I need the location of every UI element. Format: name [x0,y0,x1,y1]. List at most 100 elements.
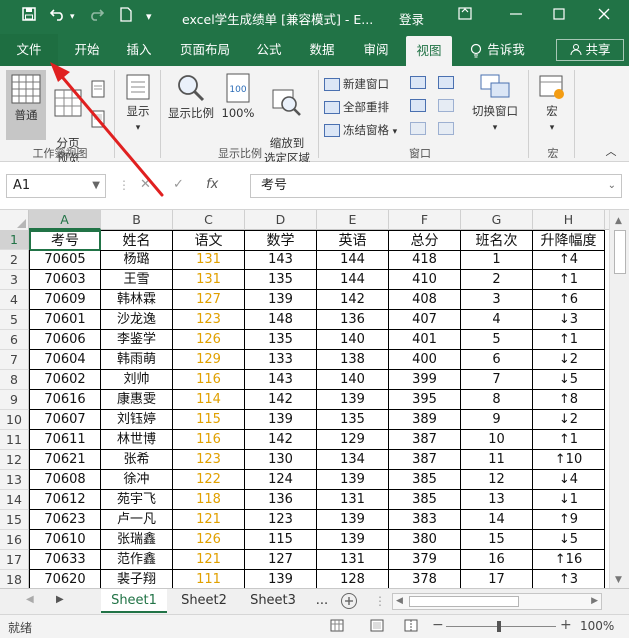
scroll-left-icon[interactable]: ◀ [396,596,403,606]
vertical-scrollbar[interactable]: ▲ ▼ [609,210,629,588]
view-side-by-side-icon[interactable] [438,75,454,89]
table-cell[interactable]: 8 [461,390,533,410]
split-icon[interactable] [410,75,426,89]
column-header-h[interactable]: H [533,210,605,230]
column-header-d[interactable]: D [245,210,317,230]
show-button[interactable]: 显示 ▾ [120,73,156,136]
sheet-tab-sheet3[interactable]: Sheet3 [240,589,306,613]
column-header-c[interactable]: C [173,210,245,230]
column-header-e[interactable]: E [317,210,389,230]
tab-view[interactable]: 视图 [406,36,452,66]
header-cell[interactable]: 数学 [245,230,317,251]
table-cell[interactable]: 142 [245,430,317,450]
table-cell[interactable]: ↓1 [533,490,605,510]
macros-button[interactable]: 宏 ▾ [534,73,570,136]
table-cell[interactable]: 7 [461,370,533,390]
table-cell[interactable]: 杨璐 [101,250,173,270]
table-cell[interactable]: ↑6 [533,290,605,310]
table-cell[interactable]: 134 [317,450,389,470]
table-cell[interactable]: 143 [245,370,317,390]
table-cell[interactable]: ↑1 [533,330,605,350]
table-cell[interactable]: 399 [389,370,461,390]
enter-icon[interactable]: ✓ [173,177,184,192]
row-header[interactable]: 7 [0,350,29,370]
table-cell[interactable]: 135 [317,410,389,430]
table-cell[interactable]: 139 [245,570,317,588]
zoom-level[interactable]: 100% [580,619,614,633]
table-cell[interactable]: ↓2 [533,410,605,430]
next-sheet-icon[interactable]: ▶ [56,594,64,605]
header-cell[interactable]: 姓名 [101,230,173,251]
header-cell[interactable]: 英语 [317,230,389,251]
table-cell[interactable]: 10 [461,430,533,450]
table-cell[interactable]: 136 [317,310,389,330]
table-cell[interactable]: 126 [173,330,245,350]
row-header[interactable]: 11 [0,430,29,450]
close-icon[interactable] [598,6,610,24]
table-cell[interactable]: 133 [245,350,317,370]
table-cell[interactable]: 15 [461,530,533,550]
table-cell[interactable]: 387 [389,430,461,450]
table-cell[interactable]: 12 [461,470,533,490]
select-all-corner[interactable] [0,210,29,230]
horizontal-scroll-thumb[interactable] [409,596,519,607]
table-cell[interactable]: 407 [389,310,461,330]
custom-views-icon[interactable] [90,110,106,132]
table-cell[interactable]: 123 [245,510,317,530]
table-cell[interactable]: 3 [461,290,533,310]
column-header-g[interactable]: G [461,210,533,230]
table-cell[interactable]: 70609 [29,290,101,310]
table-cell[interactable]: 395 [389,390,461,410]
sheet-tab-sheet2[interactable]: Sheet2 [170,589,238,613]
tab-home[interactable]: 开始 [66,34,108,66]
table-cell[interactable]: 379 [389,550,461,570]
table-cell[interactable]: 123 [173,450,245,470]
tell-me-search[interactable]: 告诉我 [484,34,528,66]
table-cell[interactable]: 129 [317,430,389,450]
table-cell[interactable]: 16 [461,550,533,570]
table-cell[interactable]: ↑1 [533,270,605,290]
table-cell[interactable]: 129 [173,350,245,370]
column-header-f[interactable]: F [389,210,461,230]
table-cell[interactable]: 苑宇飞 [101,490,173,510]
table-cell[interactable]: 130 [245,450,317,470]
name-box-dropdown-icon[interactable]: ▼ [92,175,100,197]
table-cell[interactable]: 17 [461,570,533,588]
table-cell[interactable]: 70610 [29,530,101,550]
table-cell[interactable]: 389 [389,410,461,430]
table-cell[interactable]: 范作鑫 [101,550,173,570]
table-cell[interactable]: ↑4 [533,250,605,270]
table-cell[interactable]: 144 [317,270,389,290]
row-header[interactable]: 1 [0,230,29,250]
table-cell[interactable]: 韩林霖 [101,290,173,310]
table-cell[interactable]: ↓3 [533,310,605,330]
expand-formula-bar-icon[interactable]: ⌄ [608,175,616,197]
table-cell[interactable]: 138 [317,350,389,370]
table-cell[interactable]: 70612 [29,490,101,510]
table-cell[interactable]: ↑1 [533,430,605,450]
table-cell[interactable]: ↑8 [533,390,605,410]
page-layout-view-icon[interactable] [90,80,106,102]
table-cell[interactable]: 121 [173,550,245,570]
table-cell[interactable]: 127 [245,550,317,570]
add-sheet-icon[interactable] [340,592,358,613]
tab-insert[interactable]: 插入 [118,34,160,66]
prev-sheet-icon[interactable]: ◀ [26,594,34,605]
table-cell[interactable]: 418 [389,250,461,270]
table-cell[interactable]: 128 [317,570,389,588]
header-cell[interactable]: 总分 [389,230,461,251]
table-cell[interactable]: 116 [173,370,245,390]
table-cell[interactable]: 385 [389,470,461,490]
table-cell[interactable]: 387 [389,450,461,470]
row-header[interactable]: 4 [0,290,29,310]
arrange-all-button[interactable]: 全部重排 [324,99,389,115]
scroll-down-icon[interactable]: ▼ [615,575,622,585]
table-cell[interactable]: ↑10 [533,450,605,470]
table-cell[interactable]: 1 [461,250,533,270]
undo-dropdown-icon[interactable]: ▾ [70,12,75,22]
row-header[interactable]: 13 [0,470,29,490]
table-cell[interactable]: 70620 [29,570,101,588]
table-cell[interactable]: 114 [173,390,245,410]
table-cell[interactable]: 4 [461,310,533,330]
table-cell[interactable]: 70605 [29,250,101,270]
